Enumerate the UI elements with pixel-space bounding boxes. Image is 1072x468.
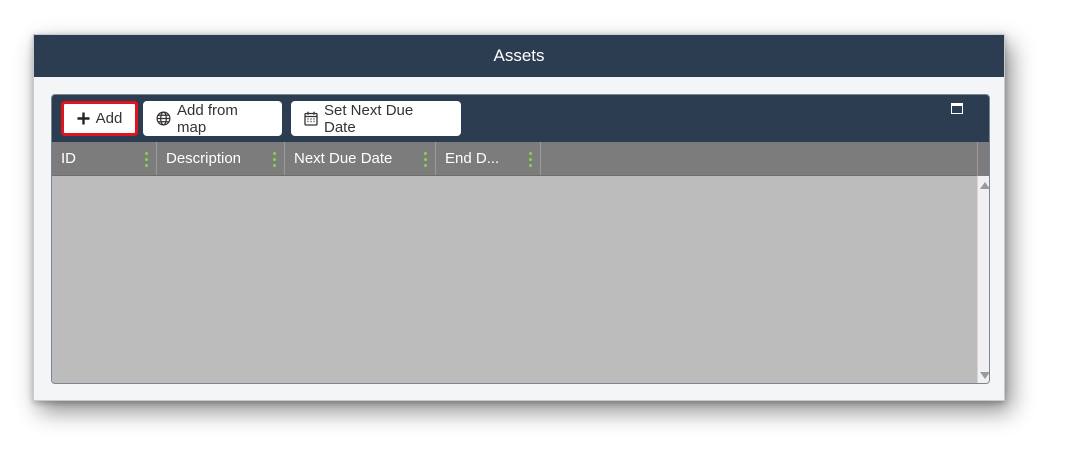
column-resize-handle[interactable] xyxy=(273,152,276,167)
add-button[interactable]: Add xyxy=(61,101,138,136)
column-header-label: ID xyxy=(61,150,76,167)
dialog-title-bar: Assets xyxy=(34,35,1004,77)
column-header-label: Next Due Date xyxy=(294,150,393,167)
column-resize-handle[interactable] xyxy=(529,152,532,167)
add-button-label: Add xyxy=(95,110,123,127)
set-next-due-date-button[interactable]: Set Next Due Date xyxy=(291,101,461,136)
column-header-id[interactable]: ID xyxy=(52,142,157,175)
grid-body-empty xyxy=(52,176,977,383)
add-from-map-label: Add from map xyxy=(177,101,238,136)
scroll-up-arrow-icon[interactable] xyxy=(980,182,989,189)
column-header-description[interactable]: Description xyxy=(157,142,285,175)
dialog-title: Assets xyxy=(493,46,545,65)
maximize-icon[interactable] xyxy=(951,103,963,114)
grid-header: ID Description Next Due Date End D... xyxy=(52,142,977,176)
assets-grid-panel: Add Add from map Set Next Due Date ID De… xyxy=(51,94,990,384)
set-next-due-date-label: Set Next Due Date xyxy=(324,101,414,136)
globe-icon xyxy=(156,111,171,126)
column-header-label: Description xyxy=(166,150,242,167)
grid-toolbar: Add Add from map Set Next Due Date xyxy=(52,95,989,142)
calendar-icon xyxy=(304,111,318,126)
scroll-down-arrow-icon[interactable] xyxy=(980,372,989,379)
column-header-end-date[interactable]: End D... xyxy=(436,142,541,175)
column-header-label: End D... xyxy=(445,150,500,167)
column-resize-handle[interactable] xyxy=(145,152,148,167)
add-from-map-button[interactable]: Add from map xyxy=(143,101,282,136)
plus-icon xyxy=(77,112,90,125)
assets-dialog: Assets Add Add from map Set Next Due Dat… xyxy=(33,34,1005,401)
column-header-next-due-date[interactable]: Next Due Date xyxy=(285,142,436,175)
header-scroll-cap xyxy=(977,142,989,176)
vertical-scrollbar[interactable] xyxy=(977,176,989,383)
column-resize-handle[interactable] xyxy=(424,152,427,167)
header-filler xyxy=(541,142,977,175)
